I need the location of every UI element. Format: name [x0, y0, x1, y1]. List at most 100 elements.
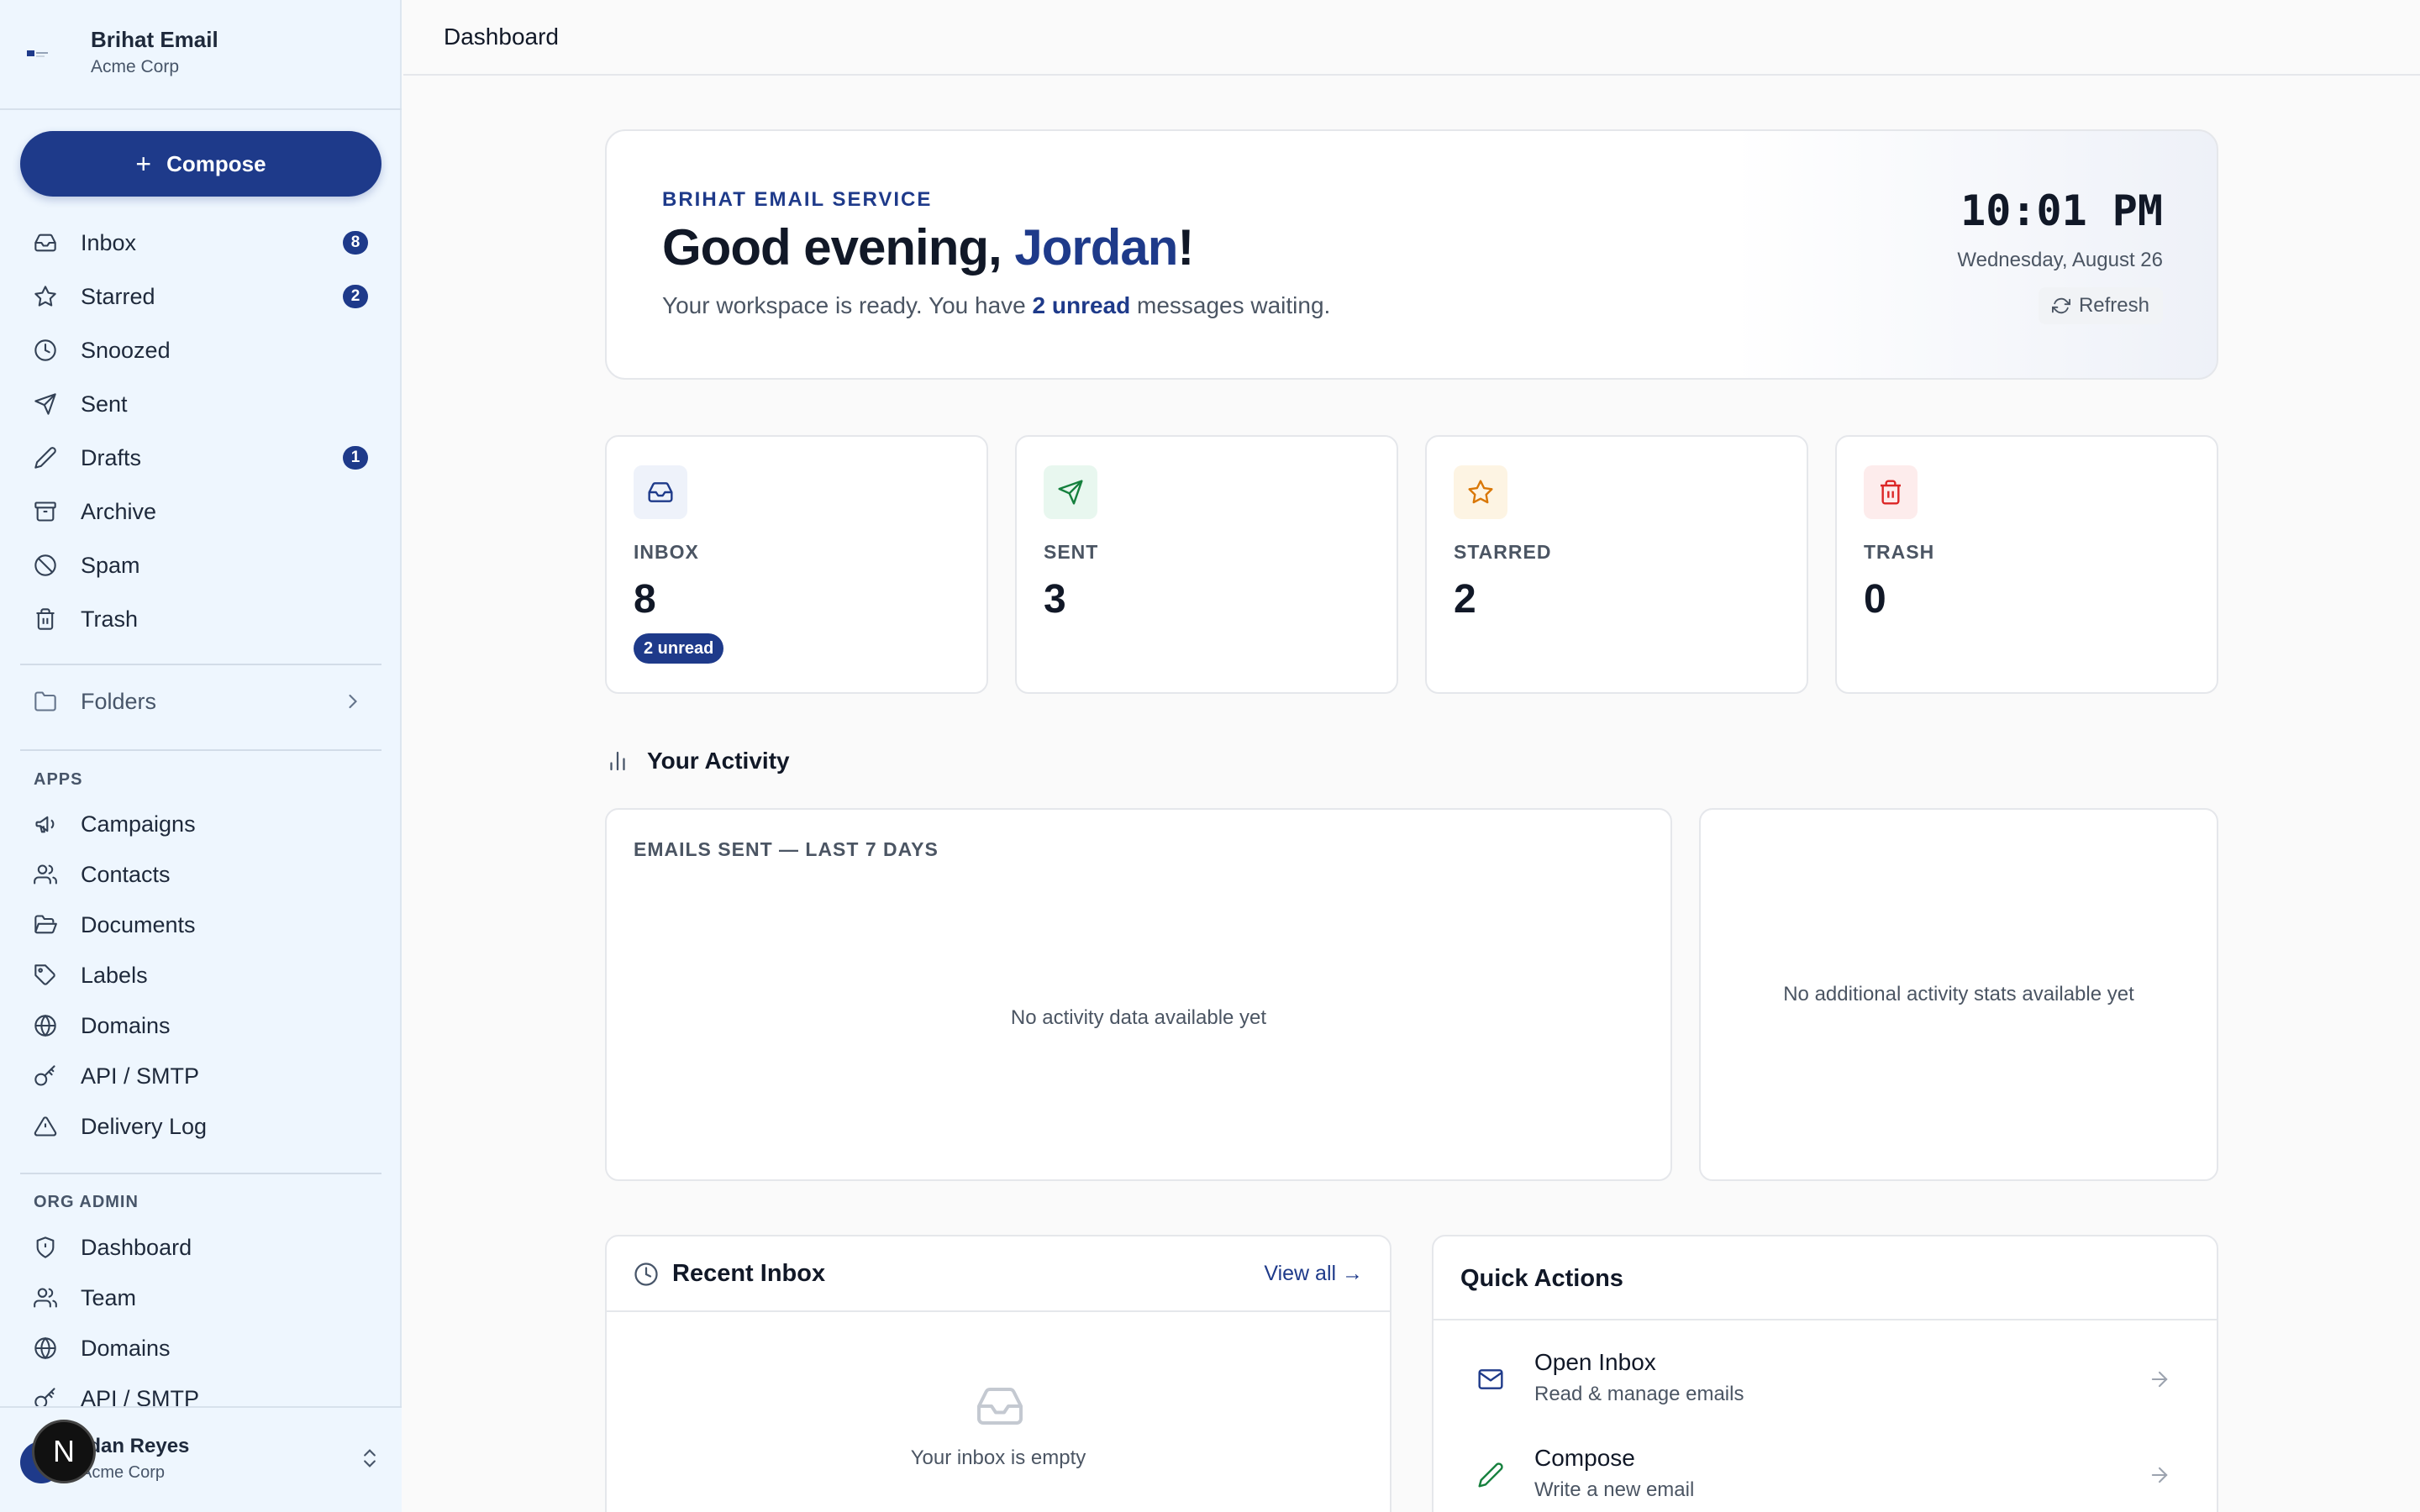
- quick-action-desc: Write a new email: [1534, 1478, 1695, 1501]
- activity-title: Your Activity: [647, 748, 790, 774]
- service-eyebrow: BRIHAT EMAIL SERVICE: [662, 188, 933, 211]
- sidebar-item-contacts[interactable]: Contacts: [20, 852, 381, 897]
- quick-action-name: Open Inbox: [1534, 1349, 1656, 1375]
- sidebar-item-labels[interactable]: Labels: [20, 953, 381, 998]
- sidebar-item-label: Campaigns: [81, 811, 196, 837]
- sidebar-item-inbox[interactable]: Inbox 8: [20, 220, 381, 265]
- pencil-icon: [1477, 1462, 1504, 1488]
- sidebar-item-label: Sent: [81, 391, 128, 417]
- stat-card-sent[interactable]: SENT 3: [1015, 435, 1398, 694]
- stat-value: 8: [634, 577, 656, 622]
- sidebar-item-label: Contacts: [81, 861, 171, 887]
- sidebar-item-api-smtp[interactable]: API / SMTP: [20, 1053, 381, 1099]
- refresh-button[interactable]: Refresh: [2038, 287, 2163, 324]
- activity-stats-panel: No additional activity stats available y…: [1699, 808, 2218, 1181]
- pencil-icon: [34, 446, 57, 470]
- quick-actions-panel: Quick Actions Open Inbox Read & manage e…: [1432, 1235, 2218, 1512]
- stat-label: INBOX: [634, 541, 699, 563]
- chart-empty-message: No activity data available yet: [1010, 1006, 1267, 1029]
- sidebar-item-spam[interactable]: Spam: [20, 543, 381, 588]
- sidebar-item-delivery-log[interactable]: Delivery Log: [20, 1104, 381, 1149]
- stat-value: 3: [1044, 577, 1066, 622]
- sidebar-item-archive[interactable]: Archive: [20, 489, 381, 534]
- greeting-subtitle: Your workspace is ready. You have 2 unre…: [662, 292, 1330, 319]
- clock: 10:01 PM: [1960, 186, 2163, 235]
- sidebar-item-starred[interactable]: Starred 2: [20, 274, 381, 319]
- trash-icon: [1864, 465, 1918, 519]
- quick-actions-header: Quick Actions: [1434, 1236, 2217, 1320]
- sidebar-item-label: Team: [81, 1284, 137, 1310]
- unread-highlight: 2 unread: [1032, 292, 1131, 318]
- users-icon: [34, 863, 57, 886]
- sidebar-item-label: Delivery Log: [81, 1113, 208, 1139]
- sidebar-item-trash[interactable]: Trash: [20, 596, 381, 642]
- mail-icon: [1477, 1366, 1504, 1393]
- ban-icon: [34, 554, 57, 577]
- sidebar-item-folders[interactable]: Folders: [20, 679, 381, 724]
- quick-action-open-inbox[interactable]: Open Inbox Read & manage emails: [1434, 1339, 2217, 1423]
- emails-sent-chart-panel: EMAILS SENT — LAST 7 DAYS No activity da…: [605, 808, 1672, 1181]
- globe-icon: [34, 1336, 57, 1360]
- sidebar-item-campaigns[interactable]: Campaigns: [20, 801, 381, 847]
- sidebar-item-sent[interactable]: Sent: [20, 381, 381, 427]
- star-icon: [1454, 465, 1507, 519]
- trash-icon: [34, 607, 57, 631]
- chevron-right-icon: [341, 690, 365, 713]
- starred-count-badge: 2: [343, 285, 368, 308]
- star-icon: [34, 285, 57, 308]
- stat-card-inbox[interactable]: INBOX 8 2 unread: [605, 435, 988, 694]
- compose-button[interactable]: + Compose: [20, 131, 381, 197]
- unread-badge: 2 unread: [634, 633, 724, 664]
- stat-card-starred[interactable]: STARRED 2: [1425, 435, 1808, 694]
- recent-inbox-header: Recent Inbox View all →: [607, 1236, 1390, 1312]
- sidebar-item-label: Domains: [81, 1335, 171, 1361]
- stat-card-trash[interactable]: TRASH 0: [1835, 435, 2218, 694]
- recent-inbox-title: Recent Inbox: [672, 1260, 826, 1287]
- sidebar-divider: [20, 1173, 381, 1174]
- chevrons-up-down-icon[interactable]: [358, 1446, 381, 1470]
- brand-org: Acme Corp: [91, 57, 180, 76]
- greeting-heading: Good evening, Jordan!: [662, 218, 1194, 276]
- unread-count-badge: 8: [343, 231, 368, 255]
- sidebar-item-drafts[interactable]: Drafts 1: [20, 435, 381, 480]
- user-name: rdan Reyes: [81, 1435, 190, 1457]
- clock-icon: [634, 1262, 659, 1287]
- megaphone-icon: [34, 812, 57, 836]
- drafts-count-badge: 1: [343, 446, 368, 470]
- quick-action-compose[interactable]: Compose Write a new email: [1434, 1435, 2217, 1512]
- sidebar-item-admin-dashboard[interactable]: Dashboard: [20, 1225, 381, 1270]
- brand-logo: [27, 49, 54, 59]
- users-icon: [34, 1286, 57, 1310]
- sidebar-item-snoozed[interactable]: Snoozed: [20, 328, 381, 373]
- user-org: Acme Corp: [81, 1463, 166, 1482]
- folder-open-icon: [34, 913, 57, 937]
- brand-header[interactable]: Brihat Email Acme Corp: [0, 0, 402, 110]
- sidebar-item-admin-domains[interactable]: Domains: [20, 1326, 381, 1371]
- dev-overlay-badge[interactable]: N: [32, 1420, 96, 1483]
- chart-title: EMAILS SENT — LAST 7 DAYS: [634, 838, 939, 860]
- subtitle-suffix: messages waiting.: [1130, 292, 1331, 318]
- sidebar-item-label: Documents: [81, 911, 196, 937]
- sidebar-item-label: Trash: [81, 606, 139, 632]
- sidebar-item-label: Labels: [81, 962, 148, 988]
- key-icon: [34, 1064, 57, 1088]
- sidebar-item-documents[interactable]: Documents: [20, 902, 381, 948]
- sidebar-item-label: Snoozed: [81, 337, 171, 363]
- sidebar-divider: [20, 749, 381, 751]
- inbox-icon: [34, 231, 57, 255]
- quick-action-name: Compose: [1534, 1445, 1635, 1471]
- send-icon: [1044, 465, 1097, 519]
- welcome-card: BRIHAT EMAIL SERVICE Good evening, Jorda…: [605, 129, 2218, 380]
- sidebar: Brihat Email Acme Corp + Compose Inbox 8…: [0, 0, 402, 1512]
- view-all-link[interactable]: View all →: [1264, 1262, 1363, 1286]
- arrow-right-icon: [2148, 1463, 2171, 1487]
- sidebar-item-label: API / SMTP: [81, 1063, 200, 1089]
- top-bar: Dashboard: [403, 0, 2420, 76]
- brand-name: Brihat Email: [91, 27, 218, 52]
- inbox-icon: [634, 465, 687, 519]
- sidebar-item-label: Inbox: [81, 229, 137, 255]
- quick-action-desc: Read & manage emails: [1534, 1383, 1744, 1405]
- sidebar-item-team[interactable]: Team: [20, 1275, 381, 1320]
- recent-inbox-panel: Recent Inbox View all → Your inbox is em…: [605, 1235, 1392, 1512]
- sidebar-item-domains[interactable]: Domains: [20, 1003, 381, 1048]
